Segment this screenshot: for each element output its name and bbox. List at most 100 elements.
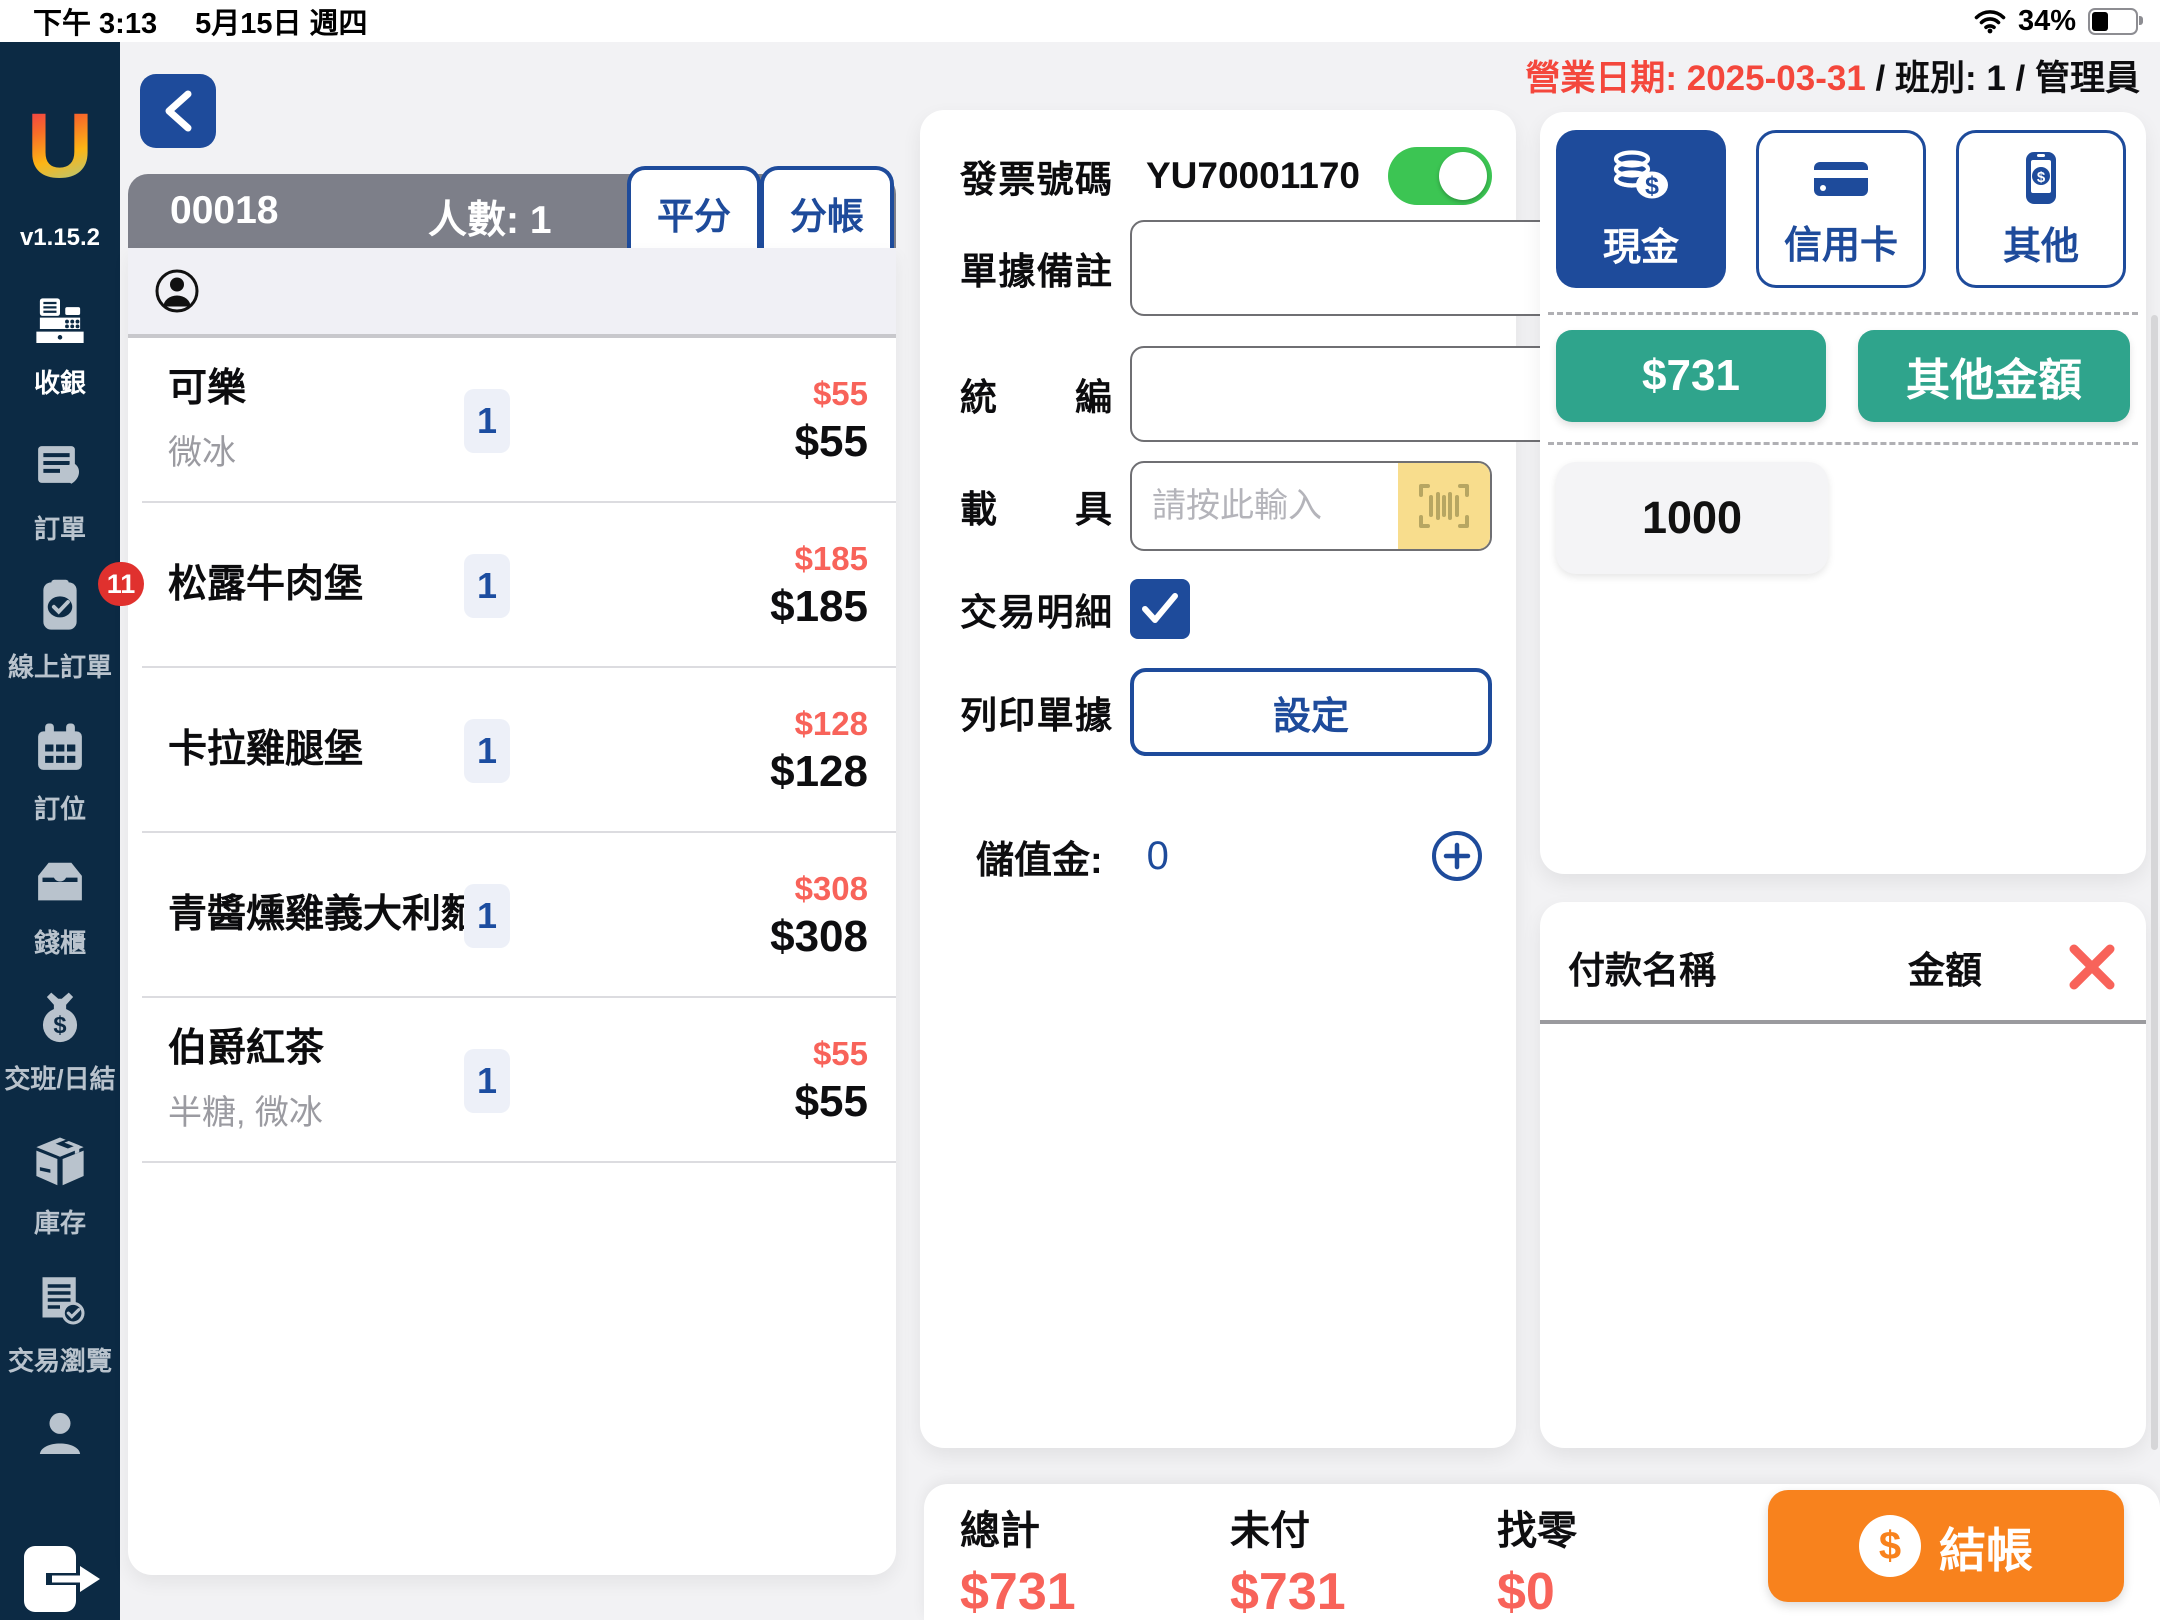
app-version: v1.15.2 [0,224,120,252]
invoice-toggle[interactable] [1388,147,1492,205]
invoice-number-label: 發票號碼 [960,149,1112,203]
pos-checkout-screen: 下午 3:13 5月15日 週四 34% U v1.15.2 [0,0,2160,1620]
payment-method-label: 現金 [1603,216,1679,271]
dashed-divider [1548,442,2138,445]
transaction-detail-checkbox[interactable] [1130,579,1190,639]
battery-icon [2088,8,2138,35]
sidebar-item-transactions[interactable]: 交易瀏覽 [0,1272,120,1378]
credit-card-icon [1809,150,1873,206]
item-total-price: $185 [770,582,868,632]
sidebar-item-reservations[interactable]: 訂位 [0,720,120,826]
clock: 下午 3:13 [33,0,157,42]
denomination-1000-button[interactable]: 1000 [1556,462,1828,574]
money-bag-icon: $ [32,990,88,1051]
divider [1540,1020,2146,1024]
payment-method-credit-card[interactable]: 信用卡 [1756,130,1926,288]
order-number: 00018 [170,189,278,233]
payment-method-other[interactable]: $ 其他 [1956,130,2126,288]
svg-text:$: $ [1645,172,1659,200]
svg-text:$: $ [2037,169,2046,186]
sidebar-item-account[interactable] [0,1408,120,1463]
stored-value-label: 儲值金: [976,829,1103,884]
dollar-circle-icon: $ [1859,1515,1921,1577]
sidebar-item-label: 線上訂單 [8,647,112,684]
sidebar-item-shift-close[interactable]: $ 交班/日結 [0,990,120,1096]
tab-split-evenly[interactable]: 平分 [627,166,761,256]
other-amount-button[interactable]: 其他金額 [1858,330,2130,422]
item-name: 卡拉雞腿堡 [168,728,488,773]
online-order-icon: 11 [32,578,88,639]
item-total-price: $308 [770,912,868,962]
add-stored-value-button[interactable] [1430,829,1484,883]
summary-bar: 總計 $731 未付 $731 找零 $0 $ 結帳 [924,1484,2160,1620]
sidebar: U v1.15.2 收銀 訂單 11 [0,42,120,1620]
order-item-row[interactable]: 松露牛肉堡 1 $185 $185 [128,503,896,668]
item-name: 可樂 [168,367,488,412]
transaction-detail-label: 交易明細 [960,582,1112,636]
sidebar-item-logout[interactable] [0,1544,120,1619]
status-bar: 下午 3:13 5月15日 週四 34% [0,0,2160,42]
item-unit-price: $185 [795,540,868,578]
sidebar-item-orders[interactable]: 訂單 [0,440,120,546]
other-payment-icon: $ [2013,149,2069,207]
item-qty[interactable]: 1 [464,554,510,618]
payment-method-label: 信用卡 [1784,214,1898,269]
exact-amount-button[interactable]: $731 [1556,330,1826,422]
item-qty[interactable]: 1 [464,1049,510,1113]
app-logo: U [0,100,120,192]
item-unit-price: $55 [813,375,868,413]
barcode-scan-button[interactable] [1398,463,1490,549]
order-item-row[interactable]: 卡拉雞腿堡 1 $128 $128 [128,668,896,833]
order-item-row[interactable]: 伯爵紅茶 半糖, 微冰 1 $55 $55 [128,998,896,1163]
payment-methods-card: $ 現金 信用卡 $ 其他 $731 其他金額 1000 [1540,112,2146,874]
item-unit-price: $55 [813,1035,868,1073]
carrier-field [1130,461,1492,551]
order-item-row[interactable]: 青醬燻雞義大利麵 1 $308 $308 [128,833,896,998]
wifi-icon [1974,8,2006,34]
item-total-price: $128 [770,747,868,797]
item-note: 微冰 [168,425,896,474]
order-header: 00018 人數: 1 平分 分帳 [128,174,896,248]
checkout-button[interactable]: $ 結帳 [1768,1490,2124,1602]
change-value: $0 [1497,1562,1577,1620]
sidebar-item-online-orders[interactable]: 11 線上訂單 [0,578,120,684]
payment-list-card: 付款名稱 金額 [1540,902,2146,1448]
sidebar-item-inventory[interactable]: 庫存 [0,1134,120,1240]
item-name: 松露牛肉堡 [168,563,488,608]
item-name: 伯爵紅茶 [168,1027,488,1072]
date: 5月15日 週四 [195,0,367,42]
sidebar-item-cash-drawer[interactable]: 錢櫃 [0,854,120,960]
payment-method-cash[interactable]: $ 現金 [1556,130,1726,288]
session-info: 營業日期: 2025-03-31 / 班別: 1 / 管理員 [1525,50,2140,101]
order-item-row[interactable]: 可樂 微冰 1 $55 $55 [128,338,896,503]
tab-split-bill[interactable]: 分帳 [760,166,894,256]
order-receipt-icon [32,440,88,501]
print-settings-button[interactable]: 設定 [1130,668,1492,756]
logout-icon [16,1544,104,1619]
order-item-list: 可樂 微冰 1 $55 $55 松露牛肉堡 1 $185 $185 卡拉雞腿堡 … [128,248,896,1575]
reservation-calendar-icon [32,720,88,781]
back-button[interactable] [140,74,216,148]
scrollbar[interactable] [2151,315,2158,1450]
invoice-options-card: 發票號碼 YU70001170 單據備註 統編 載具 [920,110,1516,1448]
item-qty[interactable]: 1 [464,884,510,948]
print-receipt-label: 列印單據 [960,685,1112,739]
clear-payments-button[interactable] [2066,941,2118,993]
item-note: 半糖, 微冰 [168,1085,896,1134]
sidebar-item-label: 交班/日結 [4,1059,115,1096]
sidebar-item-label: 庫存 [34,1203,86,1240]
shift-info: / 班別: 1 / 管理員 [1866,59,2140,98]
invoice-number-value: YU70001170 [1146,155,1360,197]
stored-value: 0 [1147,834,1169,879]
item-qty[interactable]: 1 [464,719,510,783]
payment-name-header: 付款名稱 [1568,940,1716,994]
sidebar-item-cashier[interactable]: 收銀 [0,294,120,400]
guest-row[interactable] [128,248,896,338]
chevron-left-icon [161,89,195,133]
unpaid-label: 未付 [1230,1498,1346,1556]
sidebar-item-label: 訂位 [34,789,86,826]
payment-method-label: 其他 [2003,215,2079,270]
change-label: 找零 [1497,1498,1577,1556]
checkout-label: 結帳 [1939,1512,2033,1581]
item-qty[interactable]: 1 [464,389,510,453]
